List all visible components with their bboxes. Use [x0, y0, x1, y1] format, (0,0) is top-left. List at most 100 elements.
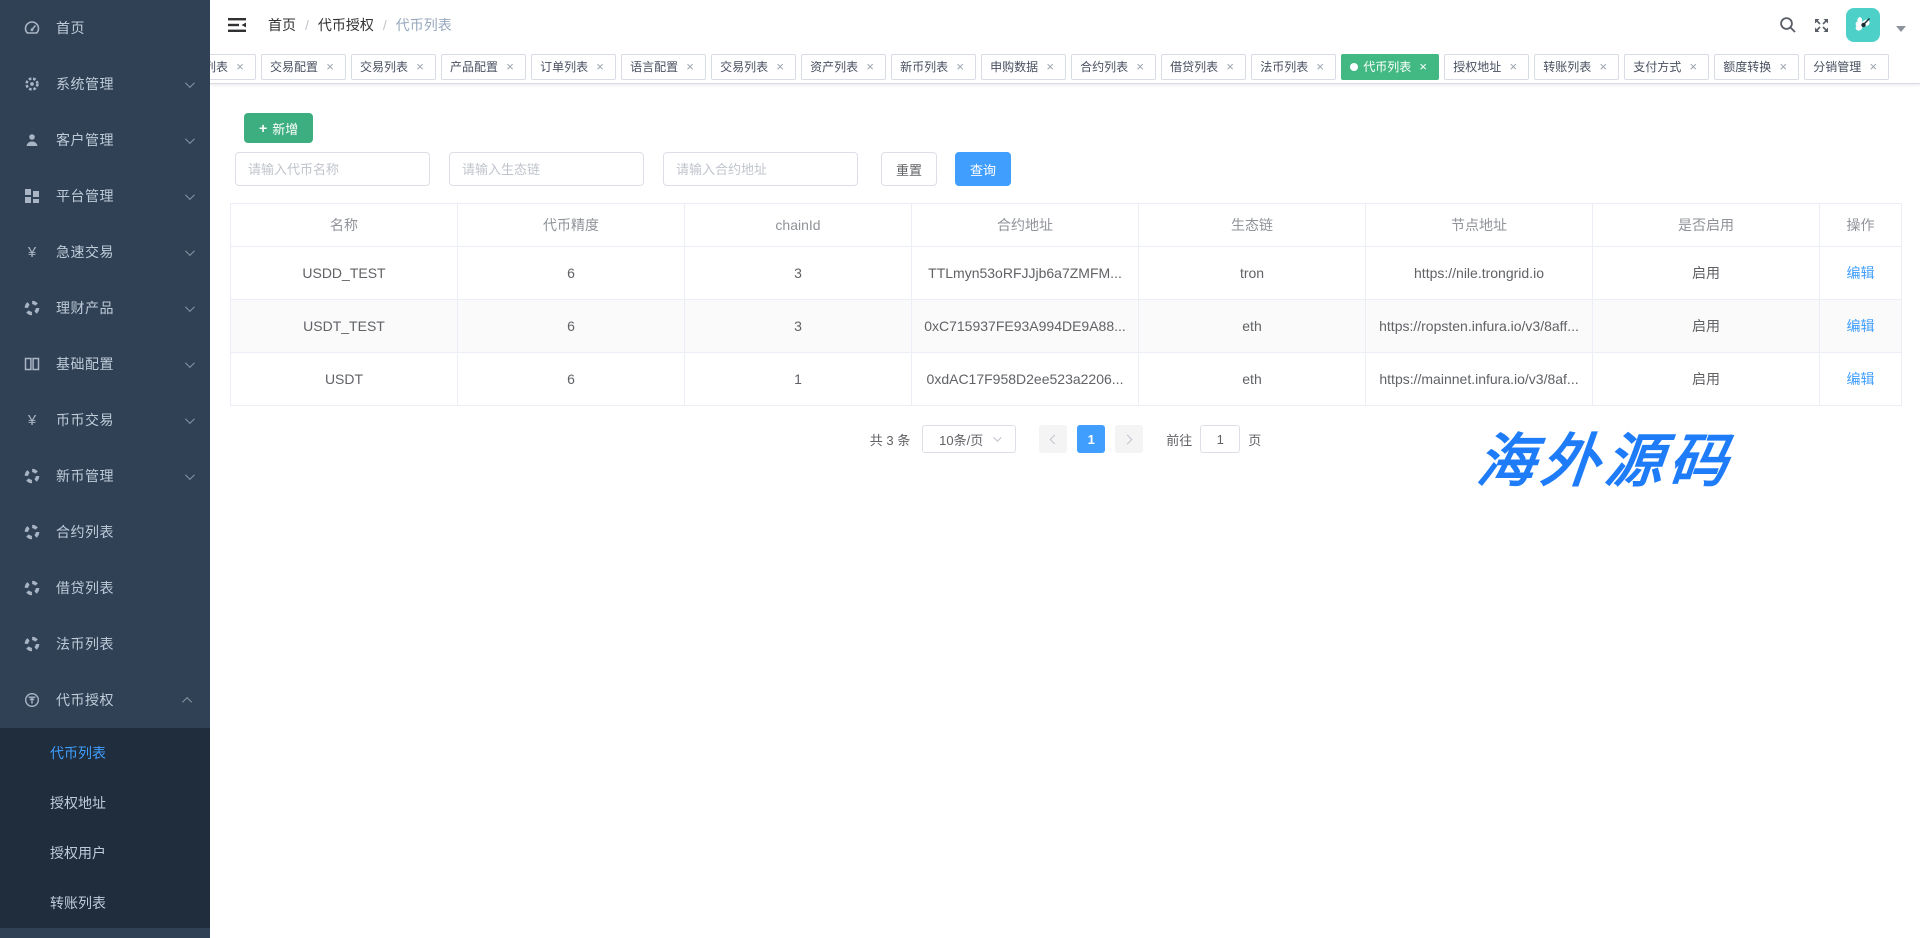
tab-close-icon[interactable]: ×	[323, 60, 337, 74]
tab-auth-address[interactable]: 授权地址×	[1444, 54, 1529, 80]
edit-button[interactable]: 编辑	[1847, 318, 1875, 334]
caret-down-icon[interactable]	[1896, 26, 1906, 32]
breadcrumb-home[interactable]: 首页	[268, 15, 296, 35]
tab-close-icon[interactable]: ×	[1866, 60, 1880, 74]
tab-distribution[interactable]: 分销管理×	[1804, 54, 1889, 80]
tab-trade-list[interactable]: 交易列表×	[351, 54, 436, 80]
tab-trade-list-2[interactable]: 交易列表×	[711, 54, 796, 80]
col-enabled: 是否启用	[1593, 204, 1820, 247]
reset-button[interactable]: 重置	[881, 152, 937, 186]
tab-order-list[interactable]: 订单列表×	[531, 54, 616, 80]
tab-close-icon[interactable]: ×	[1596, 60, 1610, 74]
main-area: 首页 / 代币授权 / 代币列表 币	[210, 0, 1920, 938]
chevron-down-icon	[993, 433, 1001, 441]
chevron-down-icon	[185, 414, 195, 424]
tab-payment-method[interactable]: 支付方式×	[1624, 54, 1709, 80]
avatar[interactable]	[1846, 8, 1880, 42]
goto-page-input[interactable]	[1200, 425, 1240, 453]
sidebar-item-contract-list[interactable]: 合约列表	[0, 504, 210, 560]
search-icon[interactable]	[1779, 16, 1797, 34]
sidebar-item-auth-user[interactable]: 授权用户	[0, 828, 210, 878]
tab-loan-list[interactable]: 借贷列表×	[1161, 54, 1246, 80]
tab-close-icon[interactable]: ×	[233, 60, 247, 74]
next-page-button[interactable]	[1115, 425, 1143, 453]
tab-close-icon[interactable]: ×	[1776, 60, 1790, 74]
tab-close-icon[interactable]: ×	[1416, 60, 1430, 74]
sidebar-item-fast-trade[interactable]: ¥ 急速交易	[0, 224, 210, 280]
sidebar-item-system[interactable]: 系统管理	[0, 56, 210, 112]
sidebar-item-fiat-list[interactable]: 法币列表	[0, 616, 210, 672]
sidebar-item-home[interactable]: 首页	[0, 0, 210, 56]
tab-fiat-list[interactable]: 法币列表×	[1251, 54, 1336, 80]
tab-close-icon[interactable]: ×	[683, 60, 697, 74]
sidebar-item-platform[interactable]: 平台管理	[0, 168, 210, 224]
tab-trade-config[interactable]: 交易配置×	[261, 54, 346, 80]
col-chainid: chainId	[685, 204, 912, 247]
tab-close-icon[interactable]: ×	[1043, 60, 1057, 74]
sidebar-item-label: 币币交易	[56, 410, 185, 430]
sidebar-item-basic-config[interactable]: 基础配置	[0, 336, 210, 392]
token-table: 名称 代币精度 chainId 合约地址 生态链 节点地址 是否启用 操作 US…	[230, 203, 1902, 406]
compass-icon	[22, 468, 42, 484]
breadcrumb-token-auth[interactable]: 代币授权	[318, 15, 374, 35]
chevron-down-icon	[185, 190, 195, 200]
page-size-select[interactable]: 10条/页	[922, 425, 1016, 453]
tab-close-icon[interactable]: ×	[953, 60, 967, 74]
tab-close-icon[interactable]: ×	[1313, 60, 1327, 74]
tab-close-icon[interactable]: ×	[503, 60, 517, 74]
navbar-right	[1779, 8, 1906, 42]
sidebar-item-new-coin[interactable]: 新币管理	[0, 448, 210, 504]
table-row: USDT_TEST 6 3 0xC715937FE93A994DE9A88...…	[231, 300, 1902, 353]
sidebar-item-loan-list[interactable]: 借贷列表	[0, 560, 210, 616]
fullscreen-icon[interactable]	[1813, 17, 1830, 34]
tab-quota-convert[interactable]: 额度转换×	[1714, 54, 1799, 80]
tab-coin-type-list[interactable]: 币种列表×	[210, 54, 256, 80]
sidebar-item-token-list[interactable]: 代币列表	[0, 728, 210, 778]
sidebar-item-wealth[interactable]: 理财产品	[0, 280, 210, 336]
tab-close-icon[interactable]: ×	[863, 60, 877, 74]
tab-active-dot	[1350, 63, 1358, 71]
tab-transfer-list[interactable]: 转账列表×	[1534, 54, 1619, 80]
sidebar-item-token-auth[interactable]: 代币授权	[0, 672, 210, 728]
tab-close-icon[interactable]: ×	[1686, 60, 1700, 74]
token-name-input[interactable]	[235, 152, 430, 186]
tab-close-icon[interactable]: ×	[1133, 60, 1147, 74]
plus-icon: +	[259, 120, 267, 136]
tab-close-icon[interactable]: ×	[773, 60, 787, 74]
user-icon	[22, 132, 42, 148]
tab-close-icon[interactable]: ×	[593, 60, 607, 74]
tab-token-list-active[interactable]: 代币列表×	[1341, 54, 1439, 80]
navbar: 首页 / 代币授权 / 代币列表	[210, 0, 1920, 50]
contract-address-input[interactable]	[663, 152, 858, 186]
page-suffix-label: 页	[1248, 430, 1261, 449]
prev-page-icon	[1050, 434, 1060, 444]
tab-asset-list[interactable]: 资产列表×	[801, 54, 886, 80]
tab-contract-list[interactable]: 合约列表×	[1071, 54, 1156, 80]
tab-product-config[interactable]: 产品配置×	[441, 54, 526, 80]
hamburger-icon[interactable]	[228, 17, 246, 33]
edit-button[interactable]: 编辑	[1847, 371, 1875, 387]
sidebar-item-transfer-list[interactable]: 转账列表	[0, 878, 210, 928]
tab-language-config[interactable]: 语言配置×	[621, 54, 706, 80]
tab-close-icon[interactable]: ×	[1506, 60, 1520, 74]
pagination-total: 共 3 条	[870, 430, 910, 449]
prev-page-button[interactable]	[1039, 425, 1067, 453]
page-number-1[interactable]: 1	[1077, 425, 1105, 453]
col-node: 节点地址	[1366, 204, 1593, 247]
tab-close-icon[interactable]: ×	[1223, 60, 1237, 74]
tab-subscription-data[interactable]: 申购数据×	[981, 54, 1066, 80]
edit-button[interactable]: 编辑	[1847, 265, 1875, 281]
eco-chain-input[interactable]	[449, 152, 644, 186]
tab-close-icon[interactable]: ×	[413, 60, 427, 74]
breadcrumb-current: 代币列表	[396, 15, 452, 35]
search-button[interactable]: 查询	[955, 152, 1011, 186]
sidebar-item-auth-address[interactable]: 授权地址	[0, 778, 210, 828]
dashboard-icon	[22, 20, 42, 36]
tab-new-coin-list[interactable]: 新币列表×	[891, 54, 976, 80]
sidebar-item-label: 合约列表	[56, 522, 192, 542]
sidebar-item-customers[interactable]: 客户管理	[0, 112, 210, 168]
col-actions: 操作	[1820, 204, 1902, 247]
sidebar-item-coin-trade[interactable]: ¥ 币币交易	[0, 392, 210, 448]
content-area: + 新增 重置 查询 名称 代币精度 chainId 合约地址 生态链	[210, 84, 1920, 937]
add-button[interactable]: + 新增	[244, 113, 313, 143]
